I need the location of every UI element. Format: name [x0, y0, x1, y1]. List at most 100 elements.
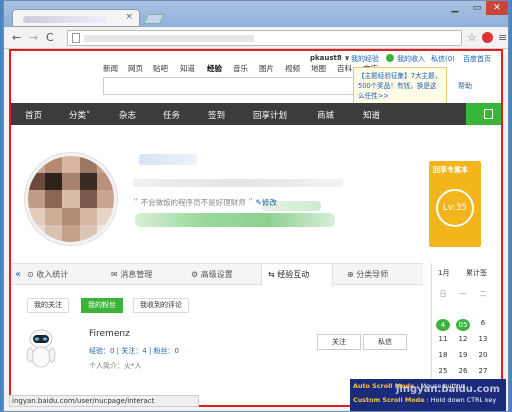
- edit-motto-link[interactable]: ✎修改: [256, 198, 277, 207]
- nav-news[interactable]: 新闻: [103, 63, 118, 74]
- bookmark-star-icon[interactable]: ☆: [467, 31, 477, 44]
- message-button[interactable]: 私信: [363, 334, 407, 350]
- mosaic-cell: [96, 190, 114, 208]
- browser-window: × ▁ ▭ ✕ ← → C ☆ ≡ pkaust8 ∨ 我的经验 我的收入 私信…: [3, 0, 509, 412]
- menu-icon[interactable]: ≡: [498, 31, 507, 44]
- nav-jingyan[interactable]: 经验: [207, 63, 222, 74]
- calendar-day[interactable]: 05: [456, 319, 470, 331]
- mosaic-cell: [96, 224, 114, 242]
- main-nav-magazine[interactable]: 杂志: [119, 109, 136, 121]
- calendar-day[interactable]: 12: [456, 335, 470, 343]
- mosaic-cell: [28, 156, 46, 174]
- nav-zhidao[interactable]: 知道: [180, 63, 195, 74]
- main-nav-checkin[interactable]: 签到: [208, 109, 225, 121]
- tab-experience-interaction[interactable]: ⇆ 经验互动: [261, 264, 333, 286]
- edit-button[interactable]: [466, 103, 501, 125]
- back-button[interactable]: ←: [12, 31, 21, 44]
- watermark: jingyan.baidu.com: [396, 384, 500, 395]
- weekday-tue: 二: [479, 290, 487, 298]
- main-nav-tasks[interactable]: 任务: [163, 109, 180, 121]
- username-blurred: [139, 154, 197, 165]
- mosaic-cell: [96, 156, 114, 174]
- calendar-day[interactable]: 19: [456, 351, 470, 359]
- ext-line2-key: Custom Scroll Mode: [353, 396, 425, 404]
- mosaic-cell: [96, 207, 114, 225]
- avatar[interactable]: [25, 153, 117, 245]
- tab-advanced-settings[interactable]: ⚙ 高级设置: [191, 264, 255, 285]
- tab-category-mentor[interactable]: ⊕ 分类导师: [347, 264, 415, 285]
- level-badge: Lv:35: [436, 189, 474, 227]
- tab-strip: × ▁ ▭ ✕: [4, 1, 508, 27]
- calendar-day[interactable]: 18: [436, 351, 450, 359]
- fan-name[interactable]: Firemenz: [89, 329, 130, 339]
- nav-baike[interactable]: 百科: [337, 63, 352, 74]
- minimize-button[interactable]: ▁: [444, 1, 466, 15]
- nav-music[interactable]: 音乐: [233, 63, 248, 74]
- baidu-home-link[interactable]: 百度首页: [463, 54, 491, 64]
- fan-intro: 个人简介：火*人: [89, 362, 142, 370]
- nav-map[interactable]: 地图: [311, 63, 326, 74]
- follow-button[interactable]: 关注: [317, 334, 361, 350]
- edit-icon: [484, 109, 493, 119]
- browser-tab[interactable]: ×: [12, 9, 140, 27]
- mosaic-cell: [28, 224, 46, 242]
- subtab-fans[interactable]: 我的粉丝: [81, 298, 123, 313]
- mosaic-cell: [79, 173, 97, 191]
- subtab-comments[interactable]: 我收到的评论: [133, 298, 189, 313]
- my-income-link[interactable]: 我的收入: [397, 54, 425, 64]
- mosaic-cell: [79, 224, 97, 242]
- main-nav-zhidao[interactable]: 知道: [363, 109, 380, 121]
- nav-web[interactable]: 网页: [128, 63, 143, 74]
- help-link[interactable]: 帮助: [458, 81, 472, 91]
- main-nav-bar: 首页 分类˅ 杂志 任务 签到 回享计划 商城 知道: [11, 103, 501, 125]
- mosaic-cell: [62, 207, 80, 225]
- level-card-title: 回享专属本: [433, 166, 468, 174]
- main-nav-share-plan[interactable]: 回享计划: [253, 109, 287, 121]
- robot-avatar-icon[interactable]: [23, 328, 59, 368]
- calendar-day[interactable]: 26: [456, 367, 470, 375]
- nav-images[interactable]: 图片: [259, 63, 274, 74]
- status-bar-url: ingyan.baidu.com/user/nucpage/interact: [9, 395, 199, 407]
- main-nav-category[interactable]: 分类˅: [69, 109, 90, 121]
- mosaic-cell: [45, 224, 63, 242]
- main-nav-mall[interactable]: 商城: [317, 109, 334, 121]
- calendar-day[interactable]: 6: [476, 319, 490, 327]
- calendar-day[interactable]: 11: [436, 335, 450, 343]
- tab-title-blurred: [23, 16, 107, 23]
- tab-close-icon[interactable]: ×: [125, 12, 133, 22]
- tab-income-stats[interactable]: ⊙ 收入统计: [27, 264, 91, 285]
- calendar-day[interactable]: 13: [476, 335, 490, 343]
- mosaic-cell: [28, 173, 46, 191]
- promo-tooltip[interactable]: 【主题经验征集】7大主题，500个奖品！有钱，换是这么任性>>: [353, 67, 447, 107]
- calendar-day[interactable]: 4: [436, 319, 450, 331]
- search-input[interactable]: [103, 77, 363, 95]
- reload-button[interactable]: C: [46, 31, 54, 44]
- calendar-day[interactable]: 27: [476, 367, 490, 375]
- tab-messages[interactable]: ✉ 消息管理: [111, 264, 179, 285]
- close-window-button[interactable]: ✕: [486, 1, 508, 15]
- mosaic-cell: [79, 207, 97, 225]
- profile-tabs: « ⊙ 收入统计 ✉ 消息管理 ⚙ 高级设置 ⇆ 经验互动 ⊕ 分类导师: [11, 263, 423, 286]
- maximize-button[interactable]: ▭: [466, 1, 488, 15]
- address-bar[interactable]: [67, 30, 462, 46]
- new-tab-button[interactable]: [143, 14, 165, 24]
- level-card[interactable]: 回享专属本 Lv:35: [429, 161, 481, 247]
- main-nav-home[interactable]: 首页: [25, 109, 42, 121]
- calendar-month[interactable]: 1月: [438, 268, 449, 278]
- page-viewport: pkaust8 ∨ 我的经验 我的收入 私信(0) 百度首页 新闻 网页 贴吧 …: [9, 49, 503, 407]
- messages-link[interactable]: 私信(0): [431, 54, 455, 64]
- nav-tieba[interactable]: 贴吧: [153, 63, 168, 74]
- extension-icon[interactable]: [482, 32, 493, 43]
- progress-blurred: [135, 213, 335, 227]
- user-motto: “ 不会做饭的程序员不是好理财师 ” ✎修改: [133, 197, 277, 208]
- calendar-day[interactable]: 25: [436, 367, 450, 375]
- username-link[interactable]: pkaust8 ∨: [310, 54, 350, 62]
- calendar-total: 累计签: [466, 269, 487, 277]
- mosaic-cell: [79, 190, 97, 208]
- forward-button[interactable]: →: [29, 31, 38, 44]
- nav-video[interactable]: 视频: [285, 63, 300, 74]
- tabs-prev-icon[interactable]: «: [15, 264, 21, 285]
- calendar-day[interactable]: 20: [476, 351, 490, 359]
- subtab-following[interactable]: 我的关注: [27, 298, 69, 313]
- info-blurred: [133, 179, 343, 187]
